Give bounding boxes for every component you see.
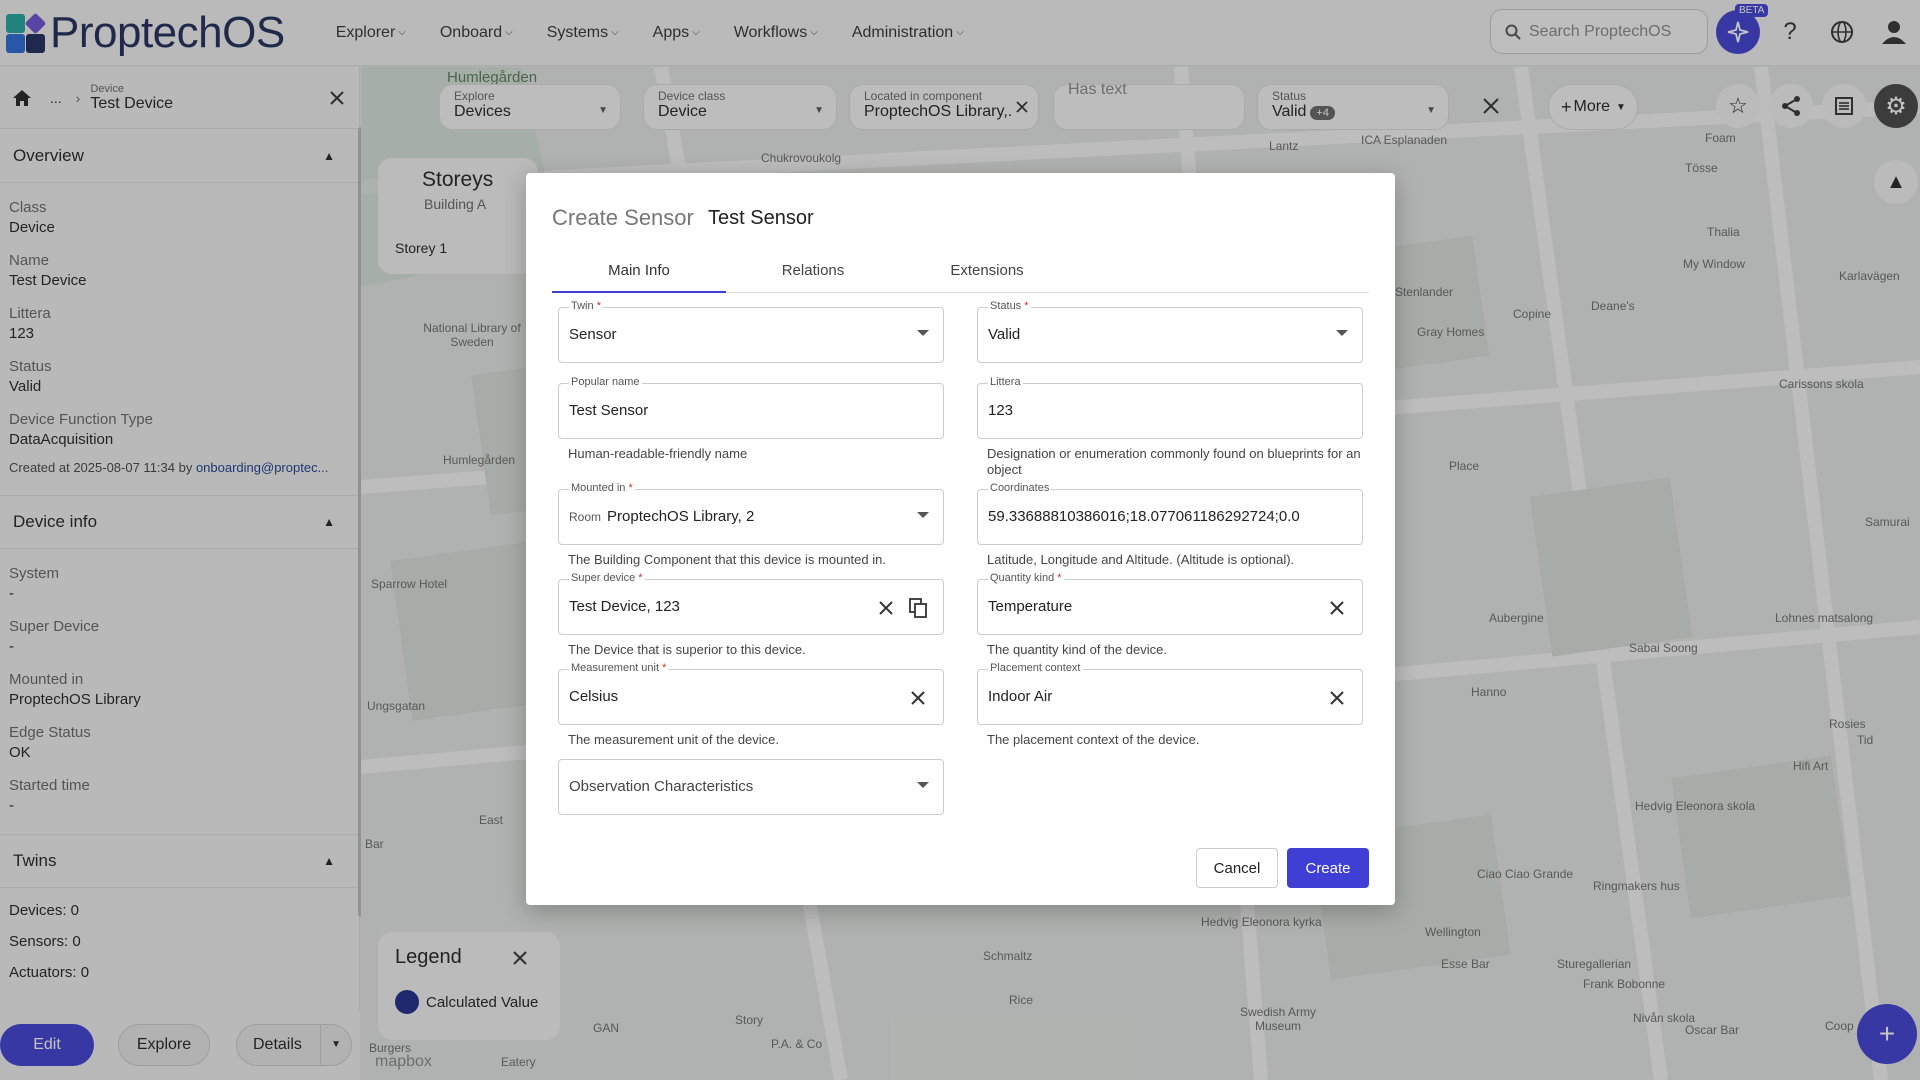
required-mark: * bbox=[628, 481, 633, 494]
littera-label: Littera bbox=[988, 375, 1023, 388]
popular-name-label: Popular name bbox=[569, 375, 642, 388]
cancel-button[interactable]: Cancel bbox=[1196, 848, 1278, 888]
measurement-unit-value: Celsius bbox=[569, 688, 619, 705]
coordinates-helper: Latitude, Longitude and Altitude. (Altit… bbox=[987, 552, 1295, 567]
placement-context-label: Placement context bbox=[988, 661, 1083, 674]
super-device-label: Super device * bbox=[569, 571, 645, 584]
create-sensor-dialog: Create Sensor Test Sensor Main Info Rela… bbox=[526, 173, 1395, 905]
measurement-unit-field[interactable]: Measurement unit * Celsius bbox=[558, 661, 944, 725]
clear-icon[interactable] bbox=[1330, 601, 1344, 615]
observation-characteristics-select[interactable]: Observation Characteristics bbox=[558, 759, 944, 815]
copy-icon[interactable] bbox=[909, 598, 927, 618]
placement-context-helper: The placement context of the device. bbox=[987, 732, 1200, 747]
observation-placeholder: Observation Characteristics bbox=[569, 778, 754, 795]
mounted-in-label: Mounted in * bbox=[569, 481, 635, 494]
twin-label-text: Twin bbox=[571, 299, 594, 312]
mounted-in-select[interactable]: Mounted in * Room ProptechOS Library, 2 bbox=[558, 481, 944, 545]
super-device-field[interactable]: Super device * Test Device, 123 bbox=[558, 571, 944, 635]
measurement-unit-label-text: Measurement unit bbox=[571, 661, 660, 674]
quantity-kind-label-text: Quantity kind bbox=[990, 571, 1055, 584]
dropdown-caret-icon bbox=[917, 330, 929, 336]
measurement-unit-label: Measurement unit * bbox=[569, 661, 669, 674]
mounted-in-value: ProptechOS Library, 2 bbox=[607, 508, 755, 525]
dropdown-caret-icon bbox=[917, 782, 929, 788]
twin-select[interactable]: Twin * Sensor bbox=[558, 299, 944, 363]
cancel-label: Cancel bbox=[1213, 859, 1261, 877]
mounted-in-prefix: Room bbox=[569, 510, 602, 524]
clear-icon[interactable] bbox=[911, 691, 925, 705]
measurement-unit-helper: The measurement unit of the device. bbox=[568, 732, 780, 747]
quantity-kind-helper: The quantity kind of the device. bbox=[987, 642, 1167, 657]
twin-label: Twin * bbox=[569, 299, 603, 312]
status-label: Status * bbox=[988, 299, 1031, 312]
create-button[interactable]: Create bbox=[1287, 848, 1369, 888]
super-device-helper: The Device that is superior to this devi… bbox=[568, 642, 806, 657]
popular-name-field[interactable]: Popular name Test Sensor bbox=[558, 375, 944, 439]
tab-extensions[interactable]: Extensions bbox=[900, 249, 1074, 292]
required-mark: * bbox=[638, 571, 643, 584]
littera-value: 123 bbox=[988, 402, 1014, 419]
coordinates-field[interactable]: Coordinates 59.33688810386016;18.0770611… bbox=[977, 481, 1363, 545]
status-value: Valid bbox=[988, 326, 1021, 343]
tab-main-info[interactable]: Main Info bbox=[552, 249, 726, 293]
littera-field[interactable]: Littera 123 bbox=[977, 375, 1363, 439]
twin-value: Sensor bbox=[569, 326, 617, 343]
clear-icon[interactable] bbox=[879, 601, 893, 615]
quantity-kind-field[interactable]: Quantity kind * Temperature bbox=[977, 571, 1363, 635]
littera-helper: Designation or enumeration commonly foun… bbox=[987, 446, 1361, 477]
dropdown-caret-icon bbox=[917, 512, 929, 518]
dialog-tabs: Main Info Relations Extensions bbox=[552, 249, 1369, 293]
super-device-label-text: Super device bbox=[571, 571, 636, 584]
create-label: Create bbox=[1305, 859, 1351, 877]
mounted-in-label-text: Mounted in bbox=[571, 481, 626, 494]
popular-name-value: Test Sensor bbox=[569, 402, 649, 419]
super-device-value: Test Device, 123 bbox=[569, 598, 680, 615]
status-label-text: Status bbox=[990, 299, 1022, 312]
clear-icon[interactable] bbox=[1330, 691, 1344, 705]
coordinates-value: 59.33688810386016;18.077061186292724;0.0 bbox=[988, 508, 1300, 525]
quantity-kind-value: Temperature bbox=[988, 598, 1073, 615]
popular-name-helper: Human-readable-friendly name bbox=[568, 446, 748, 461]
quantity-kind-label: Quantity kind * bbox=[988, 571, 1064, 584]
required-mark: * bbox=[1057, 571, 1062, 584]
status-select[interactable]: Status * Valid bbox=[977, 299, 1363, 363]
tab-relations[interactable]: Relations bbox=[726, 249, 900, 292]
placement-context-field[interactable]: Placement context Indoor Air bbox=[977, 661, 1363, 725]
dropdown-caret-icon bbox=[1336, 330, 1348, 336]
required-mark: * bbox=[1024, 299, 1029, 312]
coordinates-label: Coordinates bbox=[988, 481, 1052, 494]
placement-context-value: Indoor Air bbox=[988, 688, 1053, 705]
mounted-in-helper: The Building Component that this device … bbox=[568, 552, 886, 567]
required-mark: * bbox=[596, 299, 601, 312]
mounted-in-value-row: Room ProptechOS Library, 2 bbox=[569, 508, 754, 525]
required-mark: * bbox=[662, 661, 667, 674]
dialog-title: Create Sensor bbox=[552, 205, 694, 230]
dialog-subtitle: Test Sensor bbox=[708, 207, 814, 229]
